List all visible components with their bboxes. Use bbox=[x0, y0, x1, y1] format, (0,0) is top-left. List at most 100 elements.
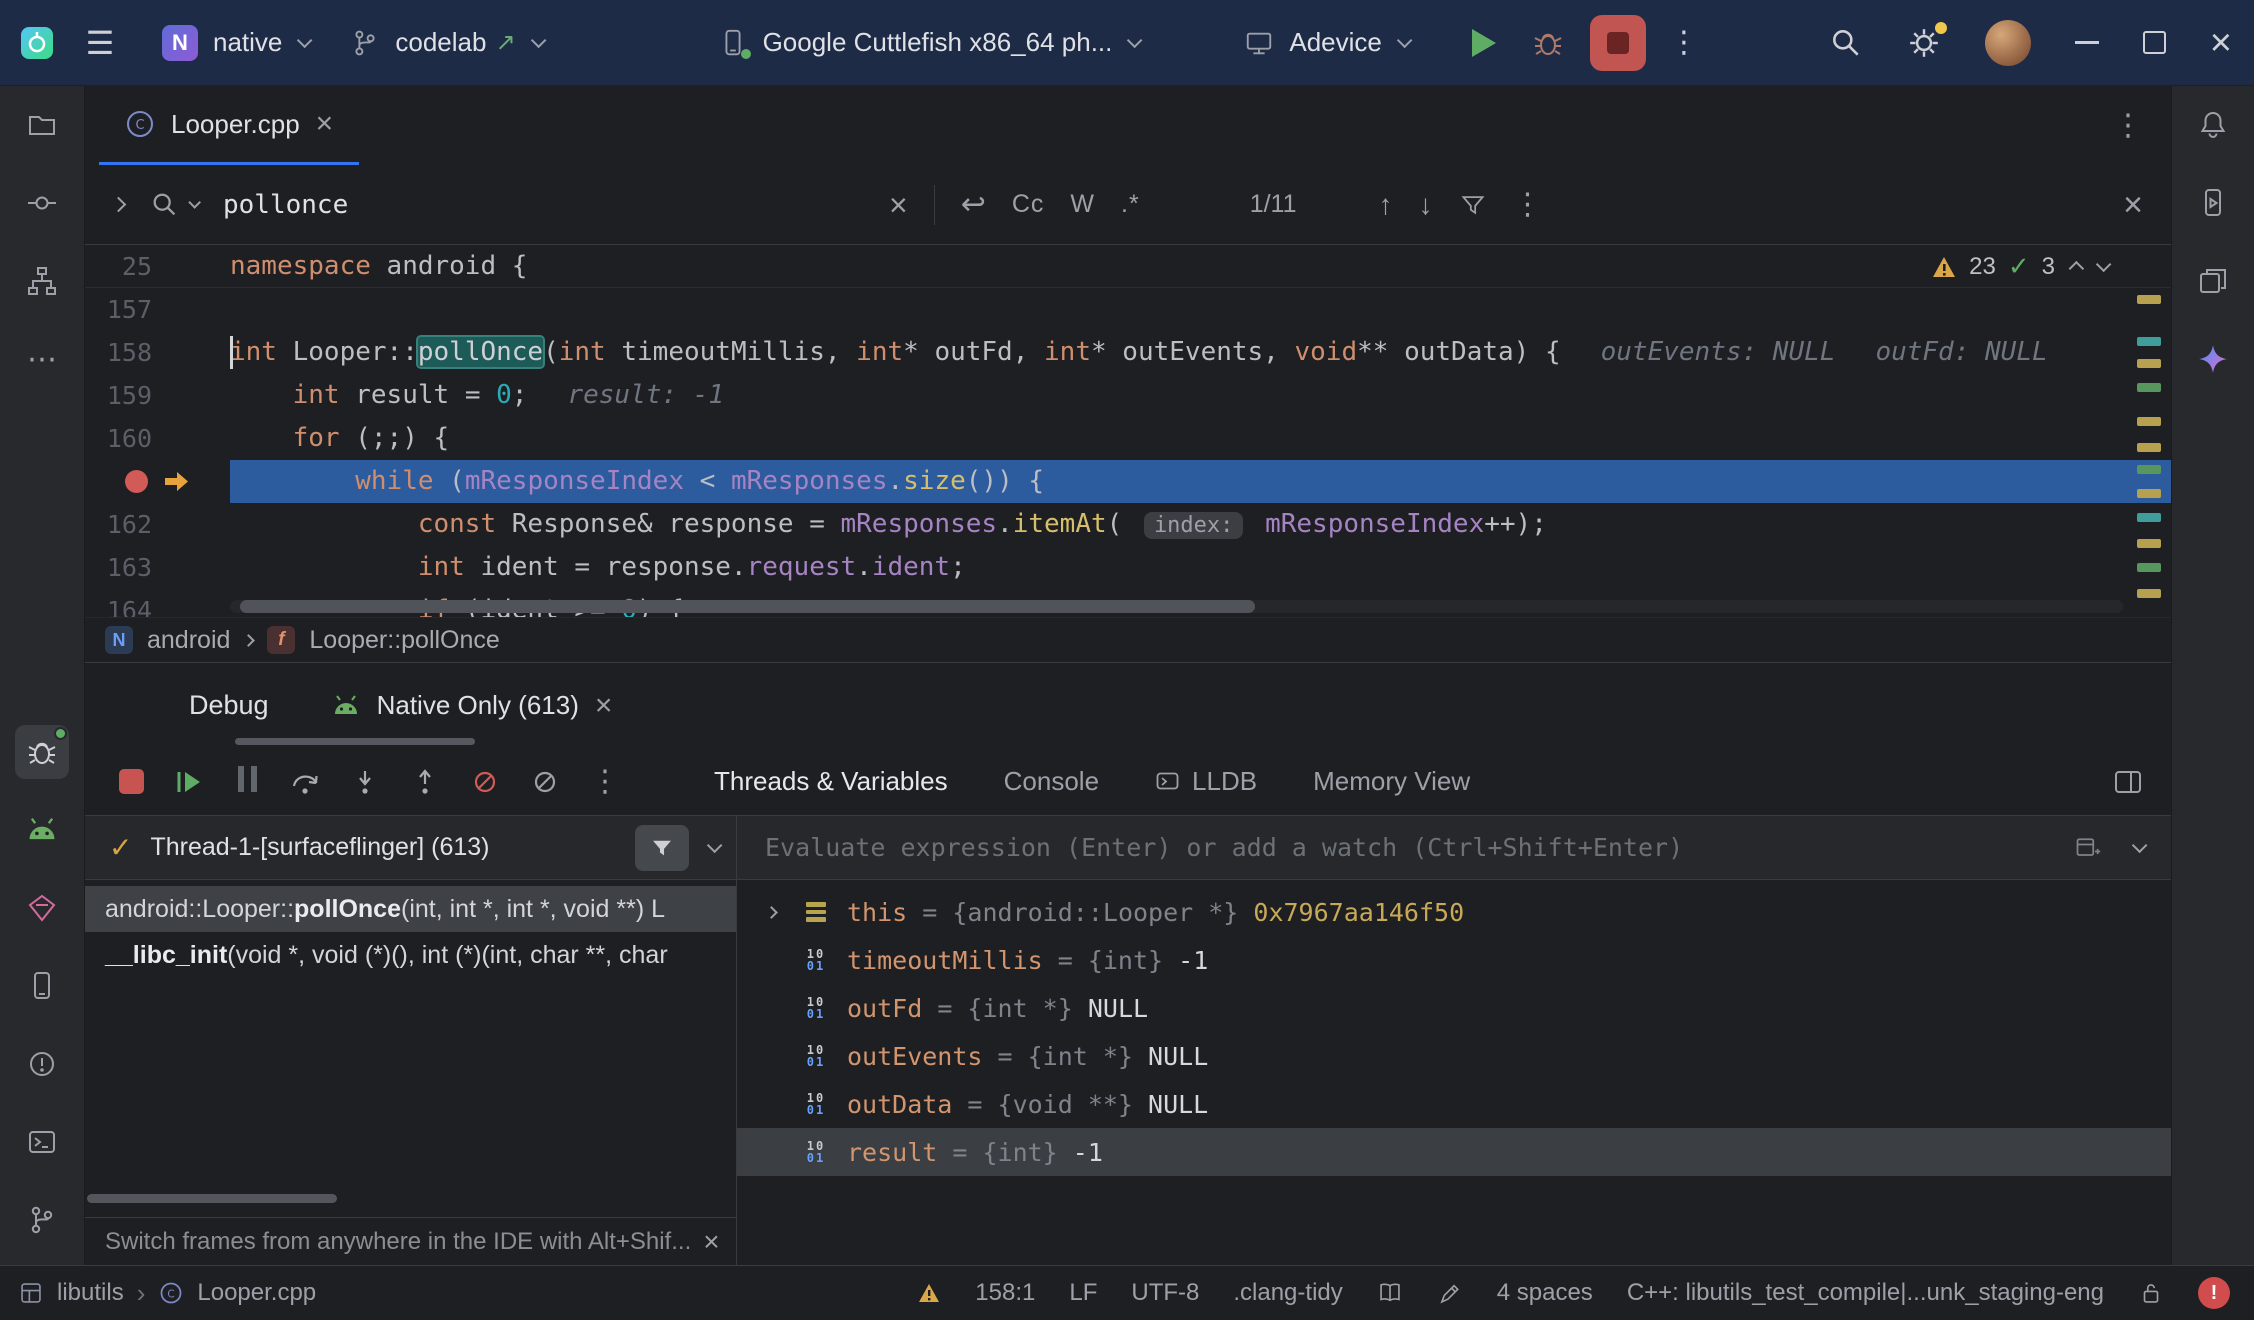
hamburger-menu-icon[interactable]: ☰ bbox=[78, 18, 122, 68]
error-notification-badge[interactable]: ! bbox=[2198, 1277, 2230, 1309]
debug-tab-lldb[interactable]: LLDB bbox=[1127, 756, 1285, 807]
debug-tab-memory-view[interactable]: Memory View bbox=[1285, 756, 1498, 807]
code-line-161[interactable]: while (mResponseIndex < mResponses.size(… bbox=[85, 460, 2171, 503]
window-minimize-button[interactable] bbox=[2075, 41, 2099, 44]
indent-setting[interactable]: 4 spaces bbox=[1497, 1279, 1593, 1307]
pause-program-icon[interactable] bbox=[234, 766, 260, 797]
breadcrumb-function[interactable]: Looper::pollOnce bbox=[309, 626, 499, 655]
stripe-mark[interactable] bbox=[2137, 589, 2161, 598]
scrollbar-thumb[interactable] bbox=[240, 600, 1255, 613]
debug-tool-icon[interactable] bbox=[15, 725, 69, 779]
line-number[interactable]: 160 bbox=[85, 417, 230, 460]
settings-gear-icon[interactable] bbox=[1907, 26, 1941, 60]
more-tool-windows-icon[interactable]: ⋯ bbox=[15, 332, 69, 386]
thread-selector[interactable]: ✓ Thread-1-[surfaceflinger] (613) bbox=[85, 816, 736, 880]
newline-icon[interactable]: ↩ bbox=[961, 187, 986, 222]
frame-row[interactable]: __libc_init(void *, void (*)(), int (*)(… bbox=[85, 932, 736, 978]
close-find-bar-icon[interactable]: × bbox=[2123, 188, 2143, 222]
find-options-icon[interactable]: ⋮ bbox=[1513, 187, 1543, 222]
step-out-icon[interactable] bbox=[410, 767, 440, 797]
stripe-mark[interactable] bbox=[2137, 383, 2161, 392]
stripe-mark[interactable] bbox=[2137, 359, 2161, 368]
clang-tidy[interactable]: .clang-tidy bbox=[1233, 1279, 1342, 1307]
close-session-icon[interactable]: × bbox=[595, 691, 613, 721]
inspections-widget[interactable]: 23 ✓ 3 bbox=[1931, 251, 2107, 282]
whole-words-toggle[interactable]: W bbox=[1070, 190, 1095, 219]
horizontal-scrollbar[interactable] bbox=[230, 600, 2123, 613]
variable-row-outData[interactable]: 1001outData = {void **} NULL bbox=[737, 1080, 2171, 1128]
code-line-157[interactable]: 157 bbox=[85, 288, 2171, 331]
line-number[interactable]: 162 bbox=[85, 503, 230, 546]
expand-chevron-icon[interactable] bbox=[765, 906, 778, 919]
line-separator[interactable]: LF bbox=[1069, 1279, 1097, 1307]
error-stripe[interactable] bbox=[2125, 245, 2171, 617]
version-control-tool-icon[interactable] bbox=[15, 1193, 69, 1247]
line-number[interactable]: 159 bbox=[85, 374, 230, 417]
structure-tool-icon[interactable] bbox=[15, 254, 69, 308]
dismiss-hint-icon[interactable]: × bbox=[703, 1226, 719, 1258]
search-everywhere-icon[interactable] bbox=[1829, 26, 1863, 60]
debug-button[interactable] bbox=[1526, 18, 1570, 68]
code-line-162[interactable]: 162 const Response& response = mResponse… bbox=[85, 503, 2171, 546]
terminal-tool-icon[interactable] bbox=[15, 1115, 69, 1169]
line-number[interactable]: 164 bbox=[85, 589, 230, 617]
logcat-tool-icon[interactable] bbox=[15, 803, 69, 857]
regex-toggle[interactable]: .* bbox=[1121, 190, 1140, 219]
code-line-163[interactable]: 163 int ident = response.request.ident; bbox=[85, 546, 2171, 589]
code-editor[interactable]: 25 namespace android { 23 ✓ 3 157158int … bbox=[85, 245, 2171, 617]
find-expand-icon[interactable] bbox=[111, 197, 127, 213]
next-problem-icon[interactable] bbox=[2096, 257, 2112, 273]
variable-row-outEvents[interactable]: 1001outEvents = {int *} NULL bbox=[737, 1032, 2171, 1080]
breadcrumb-namespace[interactable]: android bbox=[147, 626, 230, 655]
cursor-position[interactable]: 158:1 bbox=[975, 1279, 1035, 1307]
next-match-icon[interactable]: ↓ bbox=[1419, 189, 1433, 221]
status-file[interactable]: Looper.cpp bbox=[197, 1279, 316, 1307]
stripe-mark[interactable] bbox=[2137, 417, 2161, 426]
clear-search-icon[interactable]: × bbox=[889, 189, 908, 221]
add-watch-icon[interactable] bbox=[2074, 834, 2102, 862]
previous-match-icon[interactable]: ↑ bbox=[1379, 189, 1393, 221]
device-explorer-tool-icon[interactable] bbox=[2186, 254, 2240, 308]
stripe-mark[interactable] bbox=[2137, 295, 2161, 304]
tab-close-icon[interactable]: × bbox=[316, 109, 334, 139]
variable-row-this[interactable]: this = {android::Looper *} 0x7967aa146f5… bbox=[737, 888, 2171, 936]
device-selector[interactable]: Google Cuttlefish x86_64 ph... bbox=[704, 18, 1153, 67]
find-input[interactable]: pollonce bbox=[223, 190, 863, 220]
variable-row-timeoutMillis[interactable]: 1001timeoutMillis = {int} -1 bbox=[737, 936, 2171, 984]
toolchain-label[interactable]: C++: libutils_test_compile|...unk_stagin… bbox=[1627, 1279, 2104, 1307]
search-icon[interactable] bbox=[150, 190, 197, 220]
mute-breakpoints-icon[interactable] bbox=[530, 767, 560, 797]
problems-tool-icon[interactable] bbox=[15, 1037, 69, 1091]
evaluate-expression-row[interactable]: Evaluate expression (Enter) or add a wat… bbox=[737, 816, 2171, 880]
previous-problem-icon[interactable] bbox=[2069, 261, 2085, 277]
breakpoint-gutter[interactable] bbox=[85, 460, 230, 503]
layout-settings-icon[interactable] bbox=[2113, 767, 2143, 797]
tab-options-icon[interactable]: ⋮ bbox=[2113, 108, 2143, 143]
debug-session-tab[interactable]: Native Only (613) × bbox=[331, 690, 613, 721]
status-module[interactable]: libutils bbox=[57, 1279, 124, 1307]
stripe-mark[interactable] bbox=[2137, 513, 2161, 522]
editor-tab-looper-cpp[interactable]: C Looper.cpp × bbox=[99, 86, 359, 165]
breakpoint-icon[interactable] bbox=[125, 470, 148, 493]
commit-tool-icon[interactable] bbox=[15, 176, 69, 230]
stripe-mark[interactable] bbox=[2137, 539, 2161, 548]
warning-icon[interactable] bbox=[917, 1282, 941, 1304]
evaluate-input[interactable]: Evaluate expression (Enter) or add a wat… bbox=[765, 833, 2044, 862]
stripe-mark[interactable] bbox=[2137, 489, 2161, 498]
stripe-mark[interactable] bbox=[2137, 337, 2161, 346]
notifications-bell-icon[interactable] bbox=[2186, 98, 2240, 152]
gemini-tool-icon[interactable] bbox=[2186, 332, 2240, 386]
resume-program-icon[interactable] bbox=[174, 767, 204, 797]
filter-search-icon[interactable] bbox=[1459, 191, 1487, 219]
evaluate-chevron-icon[interactable] bbox=[2132, 838, 2148, 854]
variable-row-outFd[interactable]: 1001outFd = {int *} NULL bbox=[737, 984, 2171, 1032]
match-case-toggle[interactable]: Cc bbox=[1012, 190, 1045, 219]
window-close-button[interactable]: × bbox=[2210, 24, 2232, 62]
line-number[interactable]: 158 bbox=[85, 331, 230, 374]
code-line-158[interactable]: 158int Looper::pollOnce(int timeoutMilli… bbox=[85, 331, 2171, 374]
device-manager-tool-icon[interactable] bbox=[15, 959, 69, 1013]
step-over-icon[interactable] bbox=[290, 767, 320, 797]
window-maximize-button[interactable] bbox=[2143, 31, 2166, 54]
running-devices-tool-icon[interactable] bbox=[2186, 176, 2240, 230]
user-avatar[interactable] bbox=[1985, 20, 2031, 66]
